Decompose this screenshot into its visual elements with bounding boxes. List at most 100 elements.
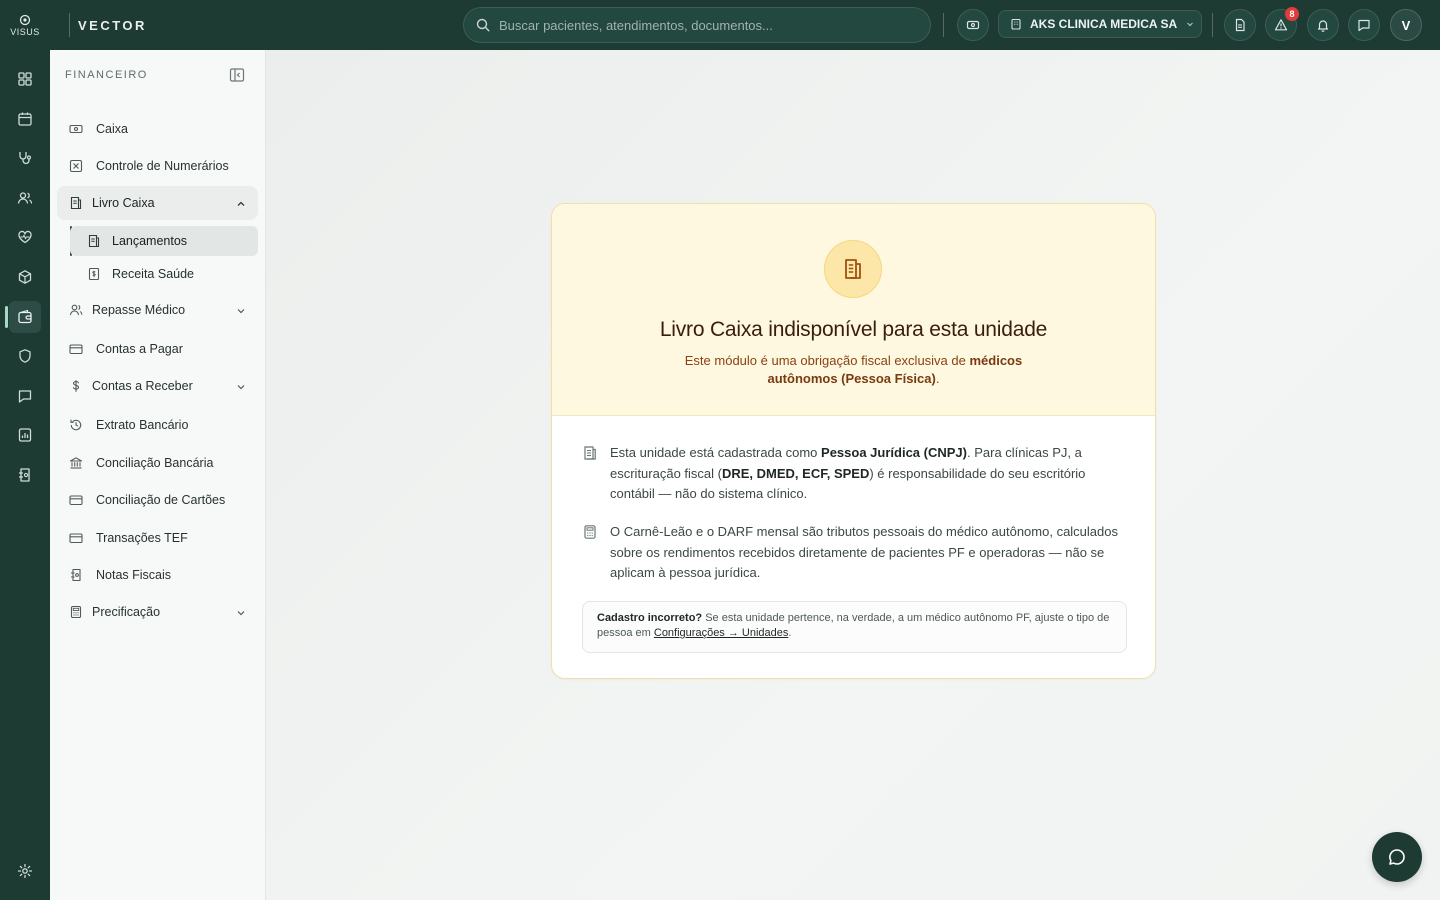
rail-reports[interactable] <box>9 419 41 451</box>
notifications-button[interactable] <box>1307 9 1339 41</box>
sidebar-item-label: Livro Caixa <box>92 196 155 210</box>
chevron-down-icon <box>237 385 245 390</box>
chevron-up-icon <box>237 201 245 206</box>
rail-calendar[interactable] <box>9 103 41 135</box>
sidebar-item-extrato-bancario[interactable]: Extrato Bancário <box>57 408 258 442</box>
sidebar-item-notas-fiscais[interactable]: Notas Fiscais <box>57 558 258 592</box>
user-avatar[interactable]: V <box>1390 9 1422 41</box>
sidebar-item-label: Caixa <box>96 122 128 136</box>
sidebar-item-conciliacao-cartoes[interactable]: Conciliação de Cartões <box>57 483 258 517</box>
collapse-sidebar-icon[interactable] <box>229 67 245 83</box>
financial-sidebar: FINANCEIRO Caixa Controle de Numerários … <box>50 50 266 900</box>
cash-register-button[interactable] <box>957 9 989 41</box>
sidebar-subitem-label: Receita Saúde <box>112 267 195 281</box>
sidebar-subitem-lancamentos[interactable]: Lançamentos <box>70 226 258 256</box>
sidebar-item-contas-pagar[interactable]: Contas a Pagar <box>57 332 258 366</box>
logo-text: VISUS <box>10 26 40 37</box>
sidebar-item-transacoes-tef[interactable]: Transações TEF <box>57 521 258 555</box>
chat-support-button[interactable] <box>1372 832 1422 882</box>
settings-units-link[interactable]: Configurações → Unidades <box>654 627 789 639</box>
sidebar-item-contas-receber[interactable]: Contas a Receber <box>57 369 258 403</box>
brand-separator <box>69 13 70 37</box>
bell-icon <box>1317 20 1329 32</box>
sidebar-item-conciliacao-bancaria[interactable]: Conciliação Bancária <box>57 446 258 480</box>
clinic-name: AKS CLINICA MEDICA SA <box>1030 17 1178 31</box>
sidebar-item-label: Transações TEF <box>96 531 188 545</box>
sidebar-item-label: Extrato Bancário <box>96 418 189 432</box>
subtitle-end: . <box>935 371 940 386</box>
rail-health[interactable] <box>9 221 41 253</box>
global-search[interactable] <box>463 7 931 43</box>
documents-button[interactable] <box>1224 9 1256 41</box>
message-icon <box>1358 19 1370 32</box>
rail-clinical[interactable] <box>9 142 41 174</box>
rail-patients[interactable] <box>9 182 41 214</box>
note-end: . <box>788 627 792 639</box>
bank-icon <box>69 457 83 469</box>
calculator-icon <box>70 605 82 619</box>
chevron-down-icon <box>1187 22 1194 27</box>
calendar-icon <box>18 112 32 126</box>
credit-card-icon <box>69 533 83 544</box>
alerts-button[interactable]: 8 <box>1265 7 1299 41</box>
info-bold: Pessoa Jurídica (CNPJ) <box>821 445 967 460</box>
box-icon <box>18 270 32 284</box>
logo-icon <box>19 14 31 25</box>
topbar-separator <box>1212 13 1213 37</box>
messages-button[interactable] <box>1348 9 1380 41</box>
sidebar-item-controle-numerarios[interactable]: Controle de Numerários <box>57 149 258 183</box>
dollar-icon <box>72 380 80 392</box>
topbar-separator <box>943 13 944 37</box>
users-icon <box>69 304 83 316</box>
sidebar-item-precificacao[interactable]: Precificação <box>57 595 258 629</box>
ledger-icon <box>70 196 82 210</box>
users-icon <box>17 192 33 204</box>
sidebar-subitem-receita-saude[interactable]: Receita Saúde <box>70 259 258 289</box>
unavailable-module-card: Livro Caixa indisponível para esta unida… <box>551 203 1156 679</box>
settings-icon <box>17 863 33 879</box>
document-icon <box>1235 18 1245 32</box>
card-header: Livro Caixa indisponível para esta unida… <box>552 204 1155 416</box>
sidebar-item-label: Contas a Pagar <box>96 342 183 356</box>
cash-icon <box>966 20 980 30</box>
rail-dashboard[interactable] <box>9 63 41 95</box>
rail-inventory[interactable] <box>9 261 41 293</box>
icon-rail <box>0 50 50 900</box>
sidebar-item-label: Contas a Receber <box>92 379 193 393</box>
cash-icon <box>69 124 83 134</box>
sidebar-item-repasse-medico[interactable]: Repasse Médico <box>57 293 258 327</box>
search-input[interactable] <box>499 17 899 33</box>
calculator-icon <box>69 159 83 173</box>
rail-settings[interactable] <box>9 855 41 887</box>
ledger-book-icon <box>845 259 861 279</box>
sidebar-item-label: Repasse Médico <box>92 303 186 317</box>
note-bold: Cadastro incorreto? <box>597 612 703 624</box>
card-icon-circle <box>824 240 882 298</box>
ledger-icon <box>584 446 596 460</box>
chevron-down-icon <box>237 309 245 314</box>
card-subtitle: Este módulo é uma obrigação fiscal exclu… <box>672 352 1035 388</box>
sidebar-subitem-label: Lançamentos <box>112 234 188 248</box>
search-icon <box>476 18 490 32</box>
brand-name: VECTOR <box>78 17 147 33</box>
clinic-selector[interactable]: AKS CLINICA MEDICA SA <box>998 10 1202 38</box>
top-bar: VISUS VECTOR AKS CLINICA MEDICA SA <box>0 0 1440 50</box>
rail-billing[interactable] <box>9 459 41 491</box>
sidebar-item-caixa[interactable]: Caixa <box>57 112 258 146</box>
dashboard-icon <box>18 72 32 86</box>
rail-security[interactable] <box>9 340 41 372</box>
info-bold: DRE, DMED, ECF, SPED <box>721 465 870 481</box>
rail-messages[interactable] <box>9 380 41 412</box>
chat-bubble-icon <box>1389 849 1405 865</box>
rail-financial[interactable] <box>5 301 41 333</box>
credit-card-icon <box>69 344 83 355</box>
sidebar-item-label: Controle de Numerários <box>96 159 229 173</box>
stethoscope-icon <box>19 152 32 165</box>
info-pj-text: Esta unidade está cadastrada como Pessoa… <box>610 443 1128 505</box>
chevron-down-icon <box>237 611 245 616</box>
receipt-icon <box>19 468 30 482</box>
sidebar-item-livro-caixa[interactable]: Livro Caixa <box>57 186 258 220</box>
visus-logo[interactable]: VISUS <box>0 0 50 50</box>
shield-icon <box>19 349 31 363</box>
incorrect-registration-note: Cadastro incorreto? Se esta unidade pert… <box>582 601 1127 653</box>
